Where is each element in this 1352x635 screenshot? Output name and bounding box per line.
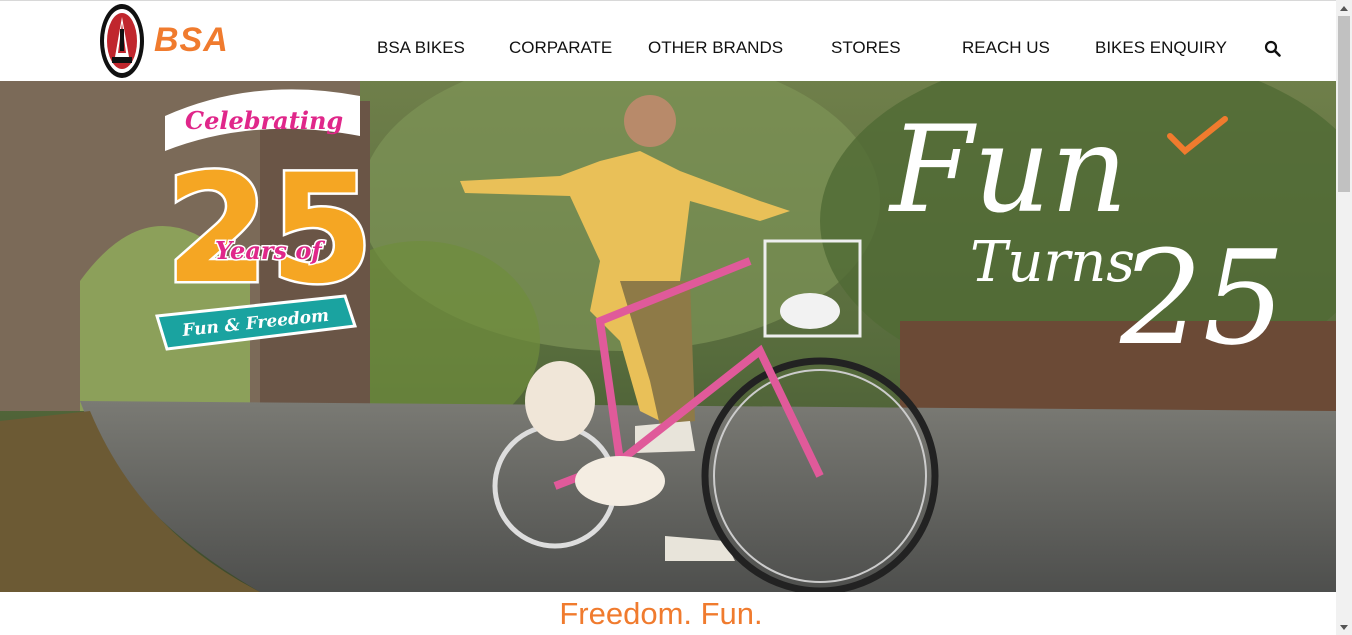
search-icon[interactable] bbox=[1264, 40, 1282, 58]
headline-fun: Fun bbox=[888, 101, 1128, 240]
vertical-scrollbar[interactable] bbox=[1336, 0, 1352, 635]
nav-item-bsa-bikes[interactable]: BSA BIKES bbox=[377, 38, 465, 58]
hero-banner[interactable]: Celebrating 25 Years of Fun & Freedom Fu… bbox=[0, 81, 1336, 592]
nav-item-stores[interactable]: STORES bbox=[831, 38, 901, 58]
headline-turns: Turns bbox=[970, 230, 1135, 295]
badge-line1: Celebrating bbox=[185, 106, 343, 135]
scrollbar-thumb[interactable] bbox=[1338, 16, 1350, 192]
headline-graphic: Fun Turns 25 bbox=[888, 101, 1285, 361]
scroll-up-button[interactable] bbox=[1336, 0, 1352, 16]
main-nav: BSA BIKES CORPARATE OTHER BRANDS STORES … bbox=[0, 1, 1336, 81]
badge-line2: Years of bbox=[215, 236, 325, 265]
anniversary-badge: Celebrating 25 Years of Fun & Freedom bbox=[155, 89, 376, 351]
site-header: BSA BSA BIKES CORPARATE OTHER BRANDS STO… bbox=[0, 1, 1336, 81]
scroll-down-button[interactable] bbox=[1336, 619, 1352, 635]
tagline: Freedom. Fun. bbox=[559, 596, 763, 631]
arrow-up-icon bbox=[1340, 5, 1348, 11]
nav-item-bikes-enquiry[interactable]: BIKES ENQUIRY bbox=[1095, 38, 1227, 58]
badge-number: 25 bbox=[165, 143, 374, 317]
arrow-down-icon bbox=[1340, 624, 1348, 630]
checkmark-icon bbox=[1167, 116, 1228, 156]
nav-item-corporate[interactable]: CORPARATE bbox=[509, 38, 612, 58]
headline-25: 25 bbox=[1119, 222, 1285, 361]
nav-item-reach-us[interactable]: REACH US bbox=[962, 38, 1050, 58]
nav-item-other-brands[interactable]: OTHER BRANDS bbox=[648, 38, 783, 58]
